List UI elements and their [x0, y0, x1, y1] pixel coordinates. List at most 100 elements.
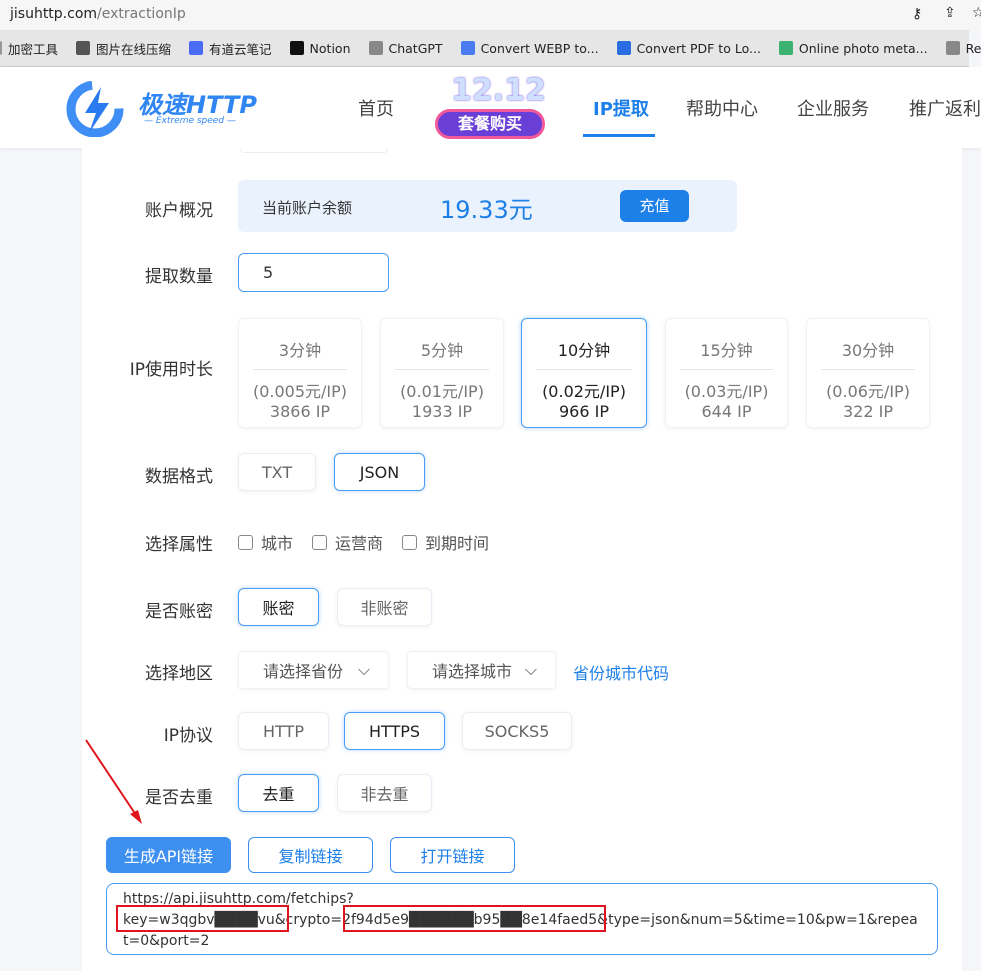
label-format: 数据格式 — [145, 467, 213, 487]
duration-time: 15分钟 — [680, 337, 773, 370]
bookmark-item[interactable]: 加密工具 — [0, 39, 58, 58]
bookmark-label: Convert PDF to Lo... — [636, 40, 761, 56]
bookmark-item[interactable]: ChatGPT — [368, 41, 443, 56]
city-select[interactable]: 请选择城市 ⌵ — [407, 651, 556, 689]
bookmark-item[interactable]: 图片在线压缩 — [76, 39, 171, 58]
bookmark-label: 图片在线压缩 — [96, 41, 172, 57]
label-auth: 是否账密 — [145, 602, 213, 622]
checkbox-expiry[interactable]: 到期时间 — [402, 530, 489, 554]
dedupe-no[interactable]: 非去重 — [337, 774, 432, 812]
promo-title: 12.12 — [451, 73, 546, 108]
bookmark-icon — [368, 41, 383, 55]
bookmark-item[interactable]: Notion — [289, 40, 351, 56]
protocol-http[interactable]: HTTP — [238, 712, 329, 750]
bookmark-label: Notion — [309, 40, 351, 56]
protocol-socks5[interactable]: SOCKS5 — [462, 712, 572, 750]
dedupe-yes[interactable]: 去重 — [238, 774, 319, 812]
duration-time: 30分钟 — [821, 337, 915, 370]
label-region: 选择地区 — [145, 664, 213, 684]
bookmark-icon — [460, 41, 475, 55]
bookmark-icon — [0, 41, 2, 55]
duration-option[interactable]: 15分钟 (0.03元/IP) 644 IP — [665, 318, 788, 428]
site-header: 极速HTTP — Extreme speed — 首页 12.12 套餐购买 I… — [0, 67, 981, 148]
duration-option[interactable]: 10分钟 (0.02元/IP) 966 IP — [521, 318, 647, 428]
format-txt[interactable]: TXT — [238, 453, 316, 491]
checkbox-city[interactable]: 城市 — [238, 530, 293, 554]
bookmark-icon — [945, 41, 960, 55]
checkbox-label: 到期时间 — [425, 534, 490, 553]
duration-count: 1933 IP — [411, 402, 473, 421]
generate-api-button[interactable]: 生成API链接 — [106, 837, 231, 873]
auth-yes[interactable]: 账密 — [238, 588, 319, 626]
bookmark-item[interactable]: Relakkes — [945, 40, 981, 56]
nav-affiliate[interactable]: 推广返利 — [909, 95, 981, 121]
protocol-https[interactable]: HTTPS — [344, 712, 445, 750]
duration-time: 5分钟 — [395, 337, 489, 370]
bookmark-label: Online photo meta... — [798, 40, 928, 56]
checkbox-icon[interactable] — [402, 534, 417, 550]
checkbox-icon[interactable] — [238, 534, 253, 550]
bookmark-icon — [289, 41, 304, 55]
open-link-button[interactable]: 打开链接 — [390, 837, 515, 873]
auth-no[interactable]: 非账密 — [337, 588, 432, 626]
duration-time: 10分钟 — [536, 337, 632, 370]
city-placeholder: 请选择城市 — [432, 662, 513, 681]
bookmark-label: 加密工具 — [8, 41, 59, 57]
star-icon[interactable]: ☆ — [972, 5, 981, 21]
copy-link-button[interactable]: 复制链接 — [248, 837, 373, 873]
quantity-input[interactable]: 5 — [238, 253, 389, 292]
label-attributes: 选择属性 — [145, 535, 213, 555]
region-code-link[interactable]: 省份城市代码 — [573, 660, 669, 684]
recharge-button[interactable]: 充值 — [620, 190, 689, 222]
bookmark-icon — [189, 41, 204, 55]
duration-count: 3866 IP — [269, 402, 331, 421]
duration-count: 644 IP — [701, 402, 752, 421]
bookmark-icon — [76, 41, 91, 55]
share-icon[interactable]: ⇪ — [944, 5, 956, 21]
promo-button: 套餐购买 — [435, 109, 545, 139]
balance-label: 当前账户余额 — [262, 199, 353, 217]
logo-sub: Extreme speed — [155, 116, 225, 126]
bookmark-item[interactable]: Online photo meta... — [778, 40, 928, 56]
duration-price: (0.06元/IP) — [826, 382, 910, 401]
url-path: /extractionIp — [97, 6, 186, 22]
bookmark-label: Relakkes — [965, 40, 981, 56]
logo-text: 极速HTTP — [138, 91, 257, 119]
label-quantity: 提取数量 — [145, 267, 213, 287]
bookmark-item[interactable]: Convert PDF to Lo... — [616, 40, 761, 56]
label-account: 账户概况 — [145, 201, 213, 221]
checkbox-icon[interactable] — [312, 534, 327, 550]
duration-count: 966 IP — [559, 402, 609, 421]
bookmark-item[interactable]: 有道云笔记 — [189, 39, 272, 58]
balance-value: 19.33元 — [440, 196, 533, 224]
format-json[interactable]: JSON — [334, 453, 425, 491]
url-host: jisuhttp.com — [10, 6, 98, 22]
duration-count: 322 IP — [843, 402, 893, 421]
duration-price: (0.03元/IP) — [684, 382, 769, 401]
label-duration: IP使用时长 — [129, 360, 213, 380]
duration-option[interactable]: 5分钟 (0.01元/IP) 1933 IP — [380, 318, 504, 428]
duration-option[interactable]: 30分钟 (0.06元/IP) 322 IP — [806, 318, 930, 428]
key-icon[interactable]: ⚷ — [912, 6, 922, 22]
logo-icon[interactable] — [65, 80, 125, 138]
bookmark-icon — [778, 41, 793, 55]
duration-price: (0.005元/IP) — [252, 382, 348, 401]
nav-enterprise[interactable]: 企业服务 — [797, 95, 869, 121]
bookmark-label: Convert WEBP to... — [480, 40, 599, 56]
chevron-down-icon: ⌵ — [357, 660, 370, 679]
duration-option[interactable]: 3分钟 (0.005元/IP) 3866 IP — [238, 318, 362, 428]
nav-ip-extract[interactable]: IP提取 — [593, 95, 649, 121]
account-summary: 当前账户余额 19.33元 充值 — [238, 180, 737, 232]
nav-help[interactable]: 帮助中心 — [686, 95, 758, 121]
checkbox-isp[interactable]: 运营商 — [312, 530, 383, 554]
province-placeholder: 请选择省份 — [263, 662, 344, 681]
annotation-arrow-icon — [85, 739, 142, 824]
bookmarks-bar: 加密工具 图片在线压缩 有道云笔记 Notion ChatGPT Convert WEBP… — [0, 30, 981, 67]
address-bar[interactable]: jisuhttp.com/extractionIp ⚷ ⇪ ☆ — [0, 0, 981, 30]
nav-home[interactable]: 首页 — [358, 95, 394, 121]
bookmark-item[interactable]: Convert WEBP to... — [460, 40, 599, 56]
province-select[interactable]: 请选择省份 ⌵ — [238, 651, 389, 689]
collapsed-element — [240, 148, 388, 153]
promo-banner[interactable]: 12.12 套餐购买 — [433, 73, 547, 141]
checkbox-label: 运营商 — [335, 534, 384, 553]
